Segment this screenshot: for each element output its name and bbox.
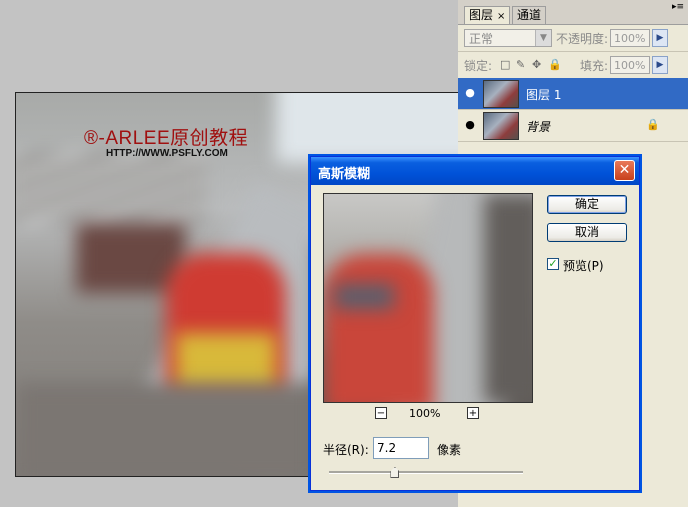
lock-position-icon[interactable]: ✥ <box>532 58 541 71</box>
radius-label: 半径(R): <box>323 443 369 457</box>
radius-input[interactable]: 7.2 <box>373 437 429 459</box>
lock-row: 锁定: □ ✎ ✥ 🔒 填充: 100% ▶ <box>458 52 688 79</box>
eye-icon[interactable]: ● <box>462 85 478 101</box>
tab-layers-label: 图层 <box>469 8 494 22</box>
lock-label: 锁定: <box>464 59 493 73</box>
preview-window <box>334 284 394 309</box>
blend-mode-select[interactable]: 正常 ▼ <box>464 29 552 47</box>
watermark-title: ®-ARLEE原创教程 <box>84 128 249 149</box>
lock-all-icon[interactable]: 🔒 <box>548 58 562 71</box>
panel-menu-icon[interactable]: ▸≡ <box>672 2 684 12</box>
layer-row-layer-1[interactable]: ● 图层 1 <box>458 78 688 110</box>
fill-label: 填充: <box>580 59 609 73</box>
fill-input[interactable]: 100% <box>610 56 650 74</box>
lock-transparent-icon[interactable]: □ <box>500 58 510 71</box>
layer-thumbnail <box>483 112 519 140</box>
cancel-button[interactable]: 取消 <box>547 223 627 242</box>
tab-channels[interactable]: 通道 <box>512 6 547 24</box>
preview-locomotive-red <box>324 254 434 402</box>
radius-slider-thumb[interactable] <box>390 467 400 478</box>
tab-channels-label: 通道 <box>517 8 542 22</box>
preview-pane[interactable] <box>323 193 533 403</box>
layer-thumbnail <box>483 80 519 108</box>
opacity-arrow-icon[interactable]: ▶ <box>652 29 668 47</box>
tab-layers[interactable]: 图层 × <box>464 6 511 24</box>
dialog-title: 高斯模糊 <box>318 167 371 182</box>
radius-slider-track[interactable] <box>329 471 523 474</box>
panel-tab-bar: 图层 × 通道 ▸≡ <box>458 0 688 25</box>
opacity-input[interactable]: 100% <box>610 29 650 47</box>
blend-mode-value: 正常 <box>469 32 494 46</box>
zoom-out-button[interactable]: − <box>375 407 387 419</box>
layer-name: 背景 <box>526 120 551 134</box>
gaussian-blur-dialog: 高斯模糊 ✕ − 100% + 确定 取消 ✓ 预览(P) 半径(R): 7.2… <box>310 156 640 491</box>
preview-checkbox-label[interactable]: 预览(P) <box>563 257 604 274</box>
ok-button[interactable]: 确定 <box>547 195 627 214</box>
opacity-label: 不透明度: <box>556 32 609 46</box>
close-button[interactable]: ✕ <box>614 160 635 181</box>
fill-arrow-icon[interactable]: ▶ <box>652 56 668 74</box>
preview-checkbox[interactable]: ✓ <box>547 258 559 270</box>
photo-track-lines <box>16 153 206 223</box>
layer-row-background[interactable]: ● 背景 🔒 <box>458 110 688 142</box>
lock-image-icon[interactable]: ✎ <box>516 58 525 71</box>
zoom-level: 100% <box>409 407 441 420</box>
close-icon[interactable]: × <box>497 11 505 22</box>
blend-row: 正常 ▼ 不透明度: 100% ▶ <box>458 25 688 52</box>
watermark-url: HTTP://WWW.PSFLY.COM <box>106 148 228 159</box>
radius-unit: 像素 <box>437 443 462 457</box>
watermark: ®-ARLEE原创教程 HTTP://WWW.PSFLY.COM <box>84 123 248 159</box>
eye-icon[interactable]: ● <box>462 117 478 133</box>
preview-right-dark <box>484 194 532 402</box>
photo-sky <box>276 93 463 163</box>
zoom-in-button[interactable]: + <box>467 407 479 419</box>
chevron-down-icon: ▼ <box>535 30 551 46</box>
dialog-titlebar[interactable]: 高斯模糊 ✕ <box>311 157 639 185</box>
lock-icon: 🔒 <box>646 118 660 131</box>
layer-name: 图层 1 <box>526 88 562 102</box>
